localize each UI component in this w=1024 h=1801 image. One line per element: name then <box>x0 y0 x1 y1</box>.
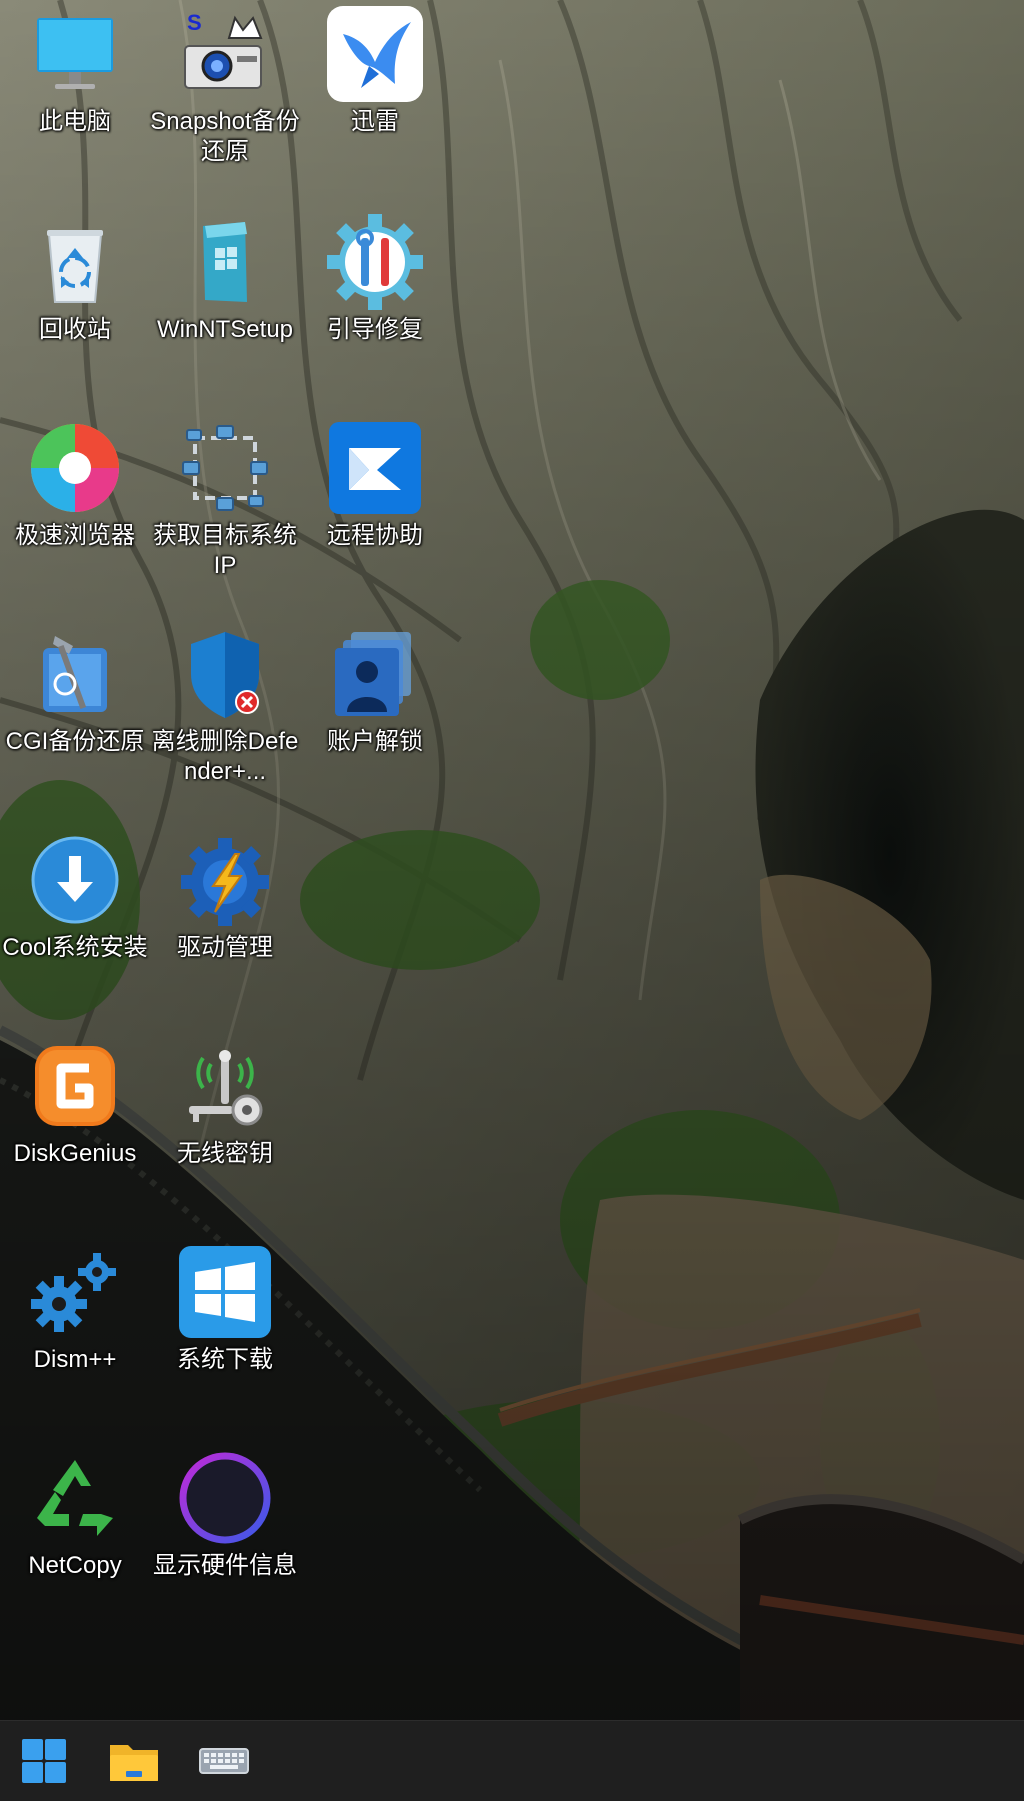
desktop-icon-label: NetCopy <box>28 1552 122 1579</box>
desktop-icon-boot-repair[interactable]: 引导修复 <box>300 208 450 408</box>
desktop-icon-label: WinNTSetup <box>156 316 294 343</box>
desktop-icon-label: 远程协助 <box>327 522 423 549</box>
desktop-icon-label: 系统下载 <box>177 1346 273 1373</box>
folder-icon <box>110 1745 158 1781</box>
cgi-tools-icon <box>25 624 125 724</box>
desktop-icon-recycle-bin[interactable]: 回收站 <box>0 208 150 408</box>
desktop-icon-wireless-key[interactable]: 无线密钥 <box>150 1032 300 1232</box>
driver-gear-icon <box>175 830 275 930</box>
desktop-icon-dism[interactable]: Dism++ <box>0 1238 150 1438</box>
hardware-info-icon <box>175 1448 275 1548</box>
desktop-icon-label: 账户解锁 <box>327 728 423 755</box>
desktop-icon-label: DiskGenius <box>13 1140 137 1167</box>
defender-shield-icon <box>175 624 275 724</box>
boot-repair-gear-icon <box>325 212 425 312</box>
desktop-icon-label: CGI备份还原 <box>5 728 145 755</box>
desktop-icon-fast-browser[interactable]: 极速浏览器 <box>0 414 150 614</box>
windows-logo-icon <box>175 1242 275 1342</box>
desktop-icon-offline-defender[interactable]: 离线删除Defender+... <box>150 620 300 820</box>
desktop-icon-label: 迅雷 <box>351 108 399 135</box>
desktop-icon-account-unlock[interactable]: 账户解锁 <box>300 620 450 820</box>
start-button[interactable] <box>12 1733 76 1789</box>
green-recycle-icon <box>25 1448 125 1548</box>
desktop-icon-label: 驱动管理 <box>177 934 273 961</box>
desktop-icon-diskgenius[interactable]: DiskGenius <box>0 1032 150 1232</box>
network-nodes-icon <box>175 418 275 518</box>
file-explorer-button[interactable] <box>102 1733 166 1789</box>
desktop-icon-this-pc[interactable]: 此电脑 <box>0 0 150 200</box>
desktop-icon-hardware-info[interactable]: 显示硬件信息 <box>150 1444 300 1644</box>
desktop-icon-label: 无线密钥 <box>177 1140 273 1167</box>
snapshot-camera-icon: S <box>175 4 275 104</box>
desktop-icon-cgi-backup[interactable]: CGI备份还原 <box>0 620 150 820</box>
desktop-icon-label: 获取目标系统IP <box>153 522 297 579</box>
desktop-icon-label: Cool系统安装 <box>2 934 148 961</box>
desktop-icon-system-download[interactable]: 系统下载 <box>150 1238 300 1438</box>
winntsetup-icon <box>175 212 275 312</box>
download-arrow-circle-icon <box>25 830 125 930</box>
svg-text:S: S <box>187 10 202 35</box>
windows-start-icon <box>22 1739 66 1783</box>
desktop-icon-xunlei[interactable]: 迅雷 <box>300 0 450 200</box>
desktop-icon-remote-assist[interactable]: 远程协助 <box>300 414 450 614</box>
recycle-bin-icon <box>25 212 125 312</box>
desktop-icon-snapshot[interactable]: S Snapshot备份还原 <box>150 0 300 200</box>
desktop: 此电脑 回收站 极速浏览器 CGI备份还原 Cool系统安装 DiskGeniu… <box>0 0 1024 1720</box>
desktop-icon-winntsetup[interactable]: WinNTSetup <box>150 208 300 408</box>
desktop-icon-cool-install[interactable]: Cool系统安装 <box>0 826 150 1026</box>
wireless-key-icon <box>175 1036 275 1136</box>
desktop-icon-netcopy[interactable]: NetCopy <box>0 1444 150 1644</box>
remote-assist-icon <box>325 418 425 518</box>
desktop-icon-label: 显示硬件信息 <box>153 1552 297 1579</box>
user-accounts-icon <box>325 624 425 724</box>
thunder-bird-icon <box>325 4 425 104</box>
monitor-icon <box>25 4 125 104</box>
desktop-icon-label: Snapshot备份还原 <box>150 108 300 165</box>
diskgenius-icon <box>25 1036 125 1136</box>
desktop-icon-label: 回收站 <box>39 316 111 343</box>
desktop-icon-get-target-ip[interactable]: 获取目标系统IP <box>150 414 300 614</box>
taskbar <box>0 1720 1024 1801</box>
desktop-icon-label: 极速浏览器 <box>15 522 135 549</box>
desktop-icon-label: Dism++ <box>33 1346 117 1373</box>
browser-swirl-icon <box>25 418 125 518</box>
desktop-icon-driver-manager[interactable]: 驱动管理 <box>150 826 300 1026</box>
on-screen-keyboard-button[interactable] <box>192 1733 256 1789</box>
keyboard-icon <box>199 1748 249 1774</box>
desktop-icon-label: 离线删除Defender+... <box>151 728 299 785</box>
desktop-icon-label: 此电脑 <box>39 108 111 135</box>
desktop-icon-label: 引导修复 <box>327 316 423 343</box>
gears-icon <box>25 1242 125 1342</box>
